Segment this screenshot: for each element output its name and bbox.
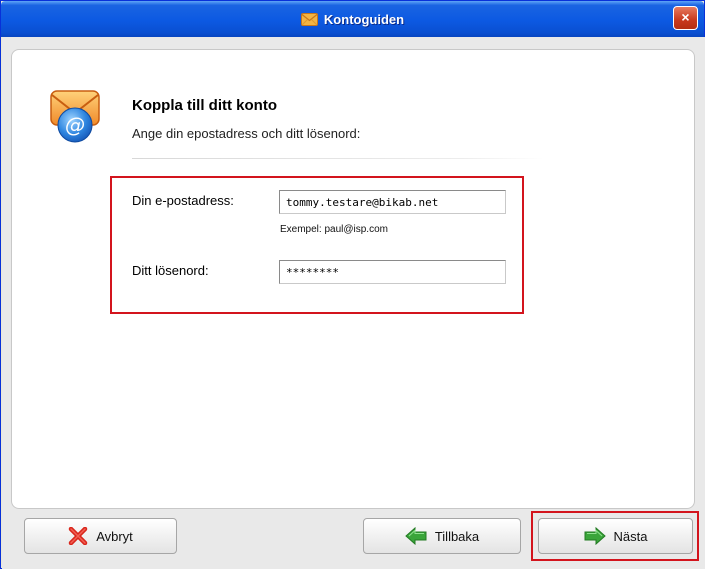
password-field[interactable]: ******** (279, 260, 506, 284)
green-arrow-left-icon (405, 527, 427, 545)
account-wizard-window: Kontoguiden × @ Koppla till ditt konto A… (0, 0, 705, 569)
title-bar[interactable]: Kontoguiden × (1, 1, 704, 37)
page-subtitle: Ange din epostadress och ditt lösenord: (132, 126, 361, 141)
close-icon: × (681, 9, 690, 25)
window-title: Kontoguiden (323, 11, 405, 27)
mail-at-icon: @ (50, 90, 100, 143)
red-x-icon (68, 527, 88, 545)
cancel-label: Avbryt (96, 528, 133, 544)
dialog-body: @ Koppla till ditt konto Ange din eposta… (2, 37, 705, 569)
password-label: Ditt lösenord: (132, 263, 209, 278)
credentials-highlight-box: Din e-postadress: tommy.testare@bikab.ne… (110, 176, 524, 314)
email-label: Din e-postadress: (132, 193, 234, 208)
cancel-button[interactable]: Avbryt (24, 518, 177, 554)
title-group: Kontoguiden (1, 1, 704, 37)
svg-text:@: @ (65, 113, 85, 137)
email-example-hint: Exempel: paul@isp.com (280, 224, 388, 235)
next-button[interactable]: Nästa (538, 518, 693, 554)
green-arrow-right-icon (584, 527, 606, 545)
envelope-icon (300, 12, 318, 26)
content-panel: @ Koppla till ditt konto Ange din eposta… (11, 49, 695, 509)
back-button[interactable]: Tillbaka (363, 518, 521, 554)
header-divider (132, 158, 544, 159)
email-field[interactable]: tommy.testare@bikab.net (279, 190, 506, 214)
close-button[interactable]: × (673, 6, 698, 30)
page-title: Koppla till ditt konto (132, 97, 277, 114)
back-label: Tillbaka (434, 528, 480, 544)
next-label: Nästa (613, 528, 648, 544)
